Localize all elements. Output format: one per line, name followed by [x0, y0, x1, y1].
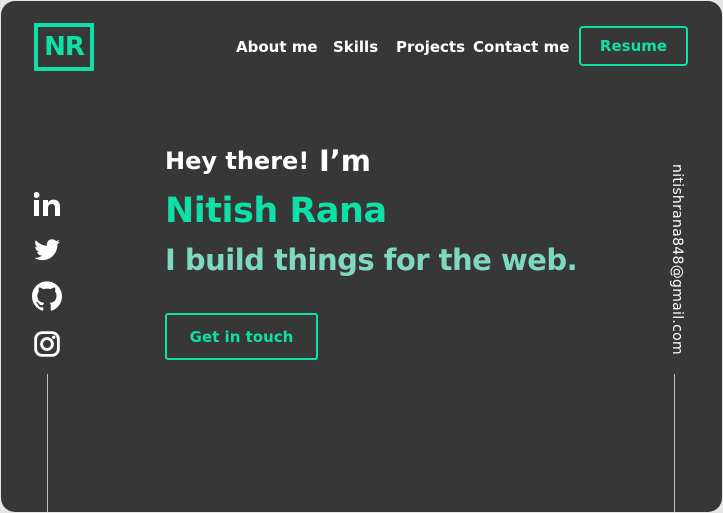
resume-button[interactable]: Resume: [579, 26, 688, 66]
social-divider-line: [47, 374, 48, 512]
email-link[interactable]: nitishrana848@gmail.com: [669, 164, 685, 355]
hero-name: Nitish Rana: [165, 191, 387, 231]
linkedin-icon[interactable]: [32, 189, 62, 219]
portfolio-page: NR About me Skills Projects Contact me R…: [1, 1, 722, 512]
twitter-icon[interactable]: [32, 235, 62, 265]
resume-button-label: Resume: [599, 37, 668, 55]
instagram-icon[interactable]: [32, 329, 62, 359]
hero-greeting: Hey there!: [165, 147, 310, 175]
nav-skills[interactable]: Skills: [333, 38, 378, 56]
get-in-touch-button[interactable]: Get in touch: [165, 313, 318, 360]
logo-text: NR: [44, 32, 85, 62]
hero-tagline: I build things for the web.: [165, 243, 578, 277]
get-in-touch-label: Get in touch: [189, 327, 294, 346]
nav-about-me[interactable]: About me: [236, 38, 318, 56]
hero-greeting-suffix: I’m: [319, 144, 372, 178]
email-divider-line: [674, 374, 675, 512]
nav-contact-me[interactable]: Contact me: [473, 38, 569, 56]
github-icon[interactable]: [32, 281, 62, 311]
nav-projects[interactable]: Projects: [396, 38, 465, 56]
logo[interactable]: NR: [34, 23, 94, 71]
